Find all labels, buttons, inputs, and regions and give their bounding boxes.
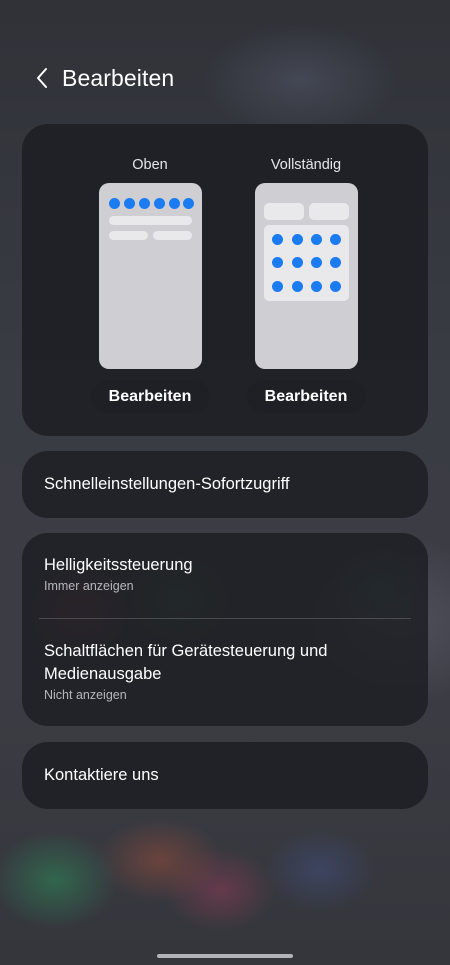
layout-label: Oben bbox=[132, 157, 168, 173]
control-tile bbox=[263, 203, 304, 220]
contact-us-label: Kontaktiere uns bbox=[44, 766, 159, 784]
brightness-control-item[interactable]: Helligkeitssteuerung Immer anzeigen bbox=[44, 554, 406, 593]
quick-toggle-dot bbox=[271, 257, 283, 268]
control-tile bbox=[308, 203, 349, 220]
quick-toggle-dot bbox=[310, 257, 322, 268]
divider bbox=[39, 618, 411, 619]
quick-toggle-dot bbox=[291, 257, 303, 268]
quick-access-label: Schnelleinstellungen-Sofortzugriff bbox=[44, 475, 290, 493]
back-button[interactable] bbox=[22, 58, 62, 98]
settings-group-card: Helligkeitssteuerung Immer anzeigen Scha… bbox=[22, 533, 428, 726]
home-indicator[interactable] bbox=[157, 954, 293, 958]
phone-preview-top bbox=[98, 183, 202, 369]
layout-label: Vollständig bbox=[270, 157, 342, 173]
quick-toggle-dot bbox=[108, 198, 120, 209]
control-bar bbox=[108, 231, 148, 240]
device-media-buttons-item[interactable]: Schaltflächen für Gerätesteuerung und Me… bbox=[44, 640, 406, 702]
quick-toggle-dot bbox=[329, 234, 341, 245]
header: Bearbeiten bbox=[0, 58, 450, 98]
brightness-control-title: Helligkeitssteuerung bbox=[44, 556, 193, 574]
layout-option-top: Oben Bearbeiten bbox=[80, 124, 220, 413]
quick-toggle-dot bbox=[153, 198, 165, 209]
quick-toggle-dot bbox=[329, 257, 341, 268]
quick-toggle-dot bbox=[138, 198, 150, 209]
quick-toggle-dot bbox=[329, 281, 341, 292]
phone-preview-full bbox=[254, 183, 358, 369]
quick-toggle-dot bbox=[291, 281, 303, 292]
quick-toggle-dot bbox=[271, 281, 283, 292]
edit-top-button[interactable]: Bearbeiten bbox=[90, 380, 210, 413]
contact-us-item[interactable]: Kontaktiere uns bbox=[22, 742, 428, 809]
quick-toggle-dot bbox=[168, 198, 180, 209]
quick-toggle-dot bbox=[271, 234, 283, 245]
page-title: Bearbeiten bbox=[62, 64, 175, 91]
quick-toggle-dot bbox=[291, 234, 303, 245]
quick-toggle-dot bbox=[310, 281, 322, 292]
quick-toggle-dot bbox=[310, 234, 322, 245]
quick-toggle-dot bbox=[123, 198, 135, 209]
edit-full-button[interactable]: Bearbeiten bbox=[246, 380, 366, 413]
device-media-buttons-value: Nicht anzeigen bbox=[44, 688, 127, 702]
layout-preview-card: Oben Bearbeiten Vollständig Bearbeiten bbox=[22, 124, 428, 436]
control-bar bbox=[152, 231, 192, 240]
quick-access-item[interactable]: Schnelleinstellungen-Sofortzugriff bbox=[22, 451, 428, 518]
chevron-left-icon bbox=[37, 68, 47, 88]
quick-toggle-dot bbox=[182, 198, 194, 209]
layout-option-full: Vollständig Bearbeiten bbox=[236, 124, 376, 413]
brightness-control-value: Immer anzeigen bbox=[44, 579, 134, 593]
device-media-buttons-title: Schaltflächen für Gerätesteuerung und Me… bbox=[44, 642, 328, 683]
brightness-bar bbox=[108, 216, 192, 225]
